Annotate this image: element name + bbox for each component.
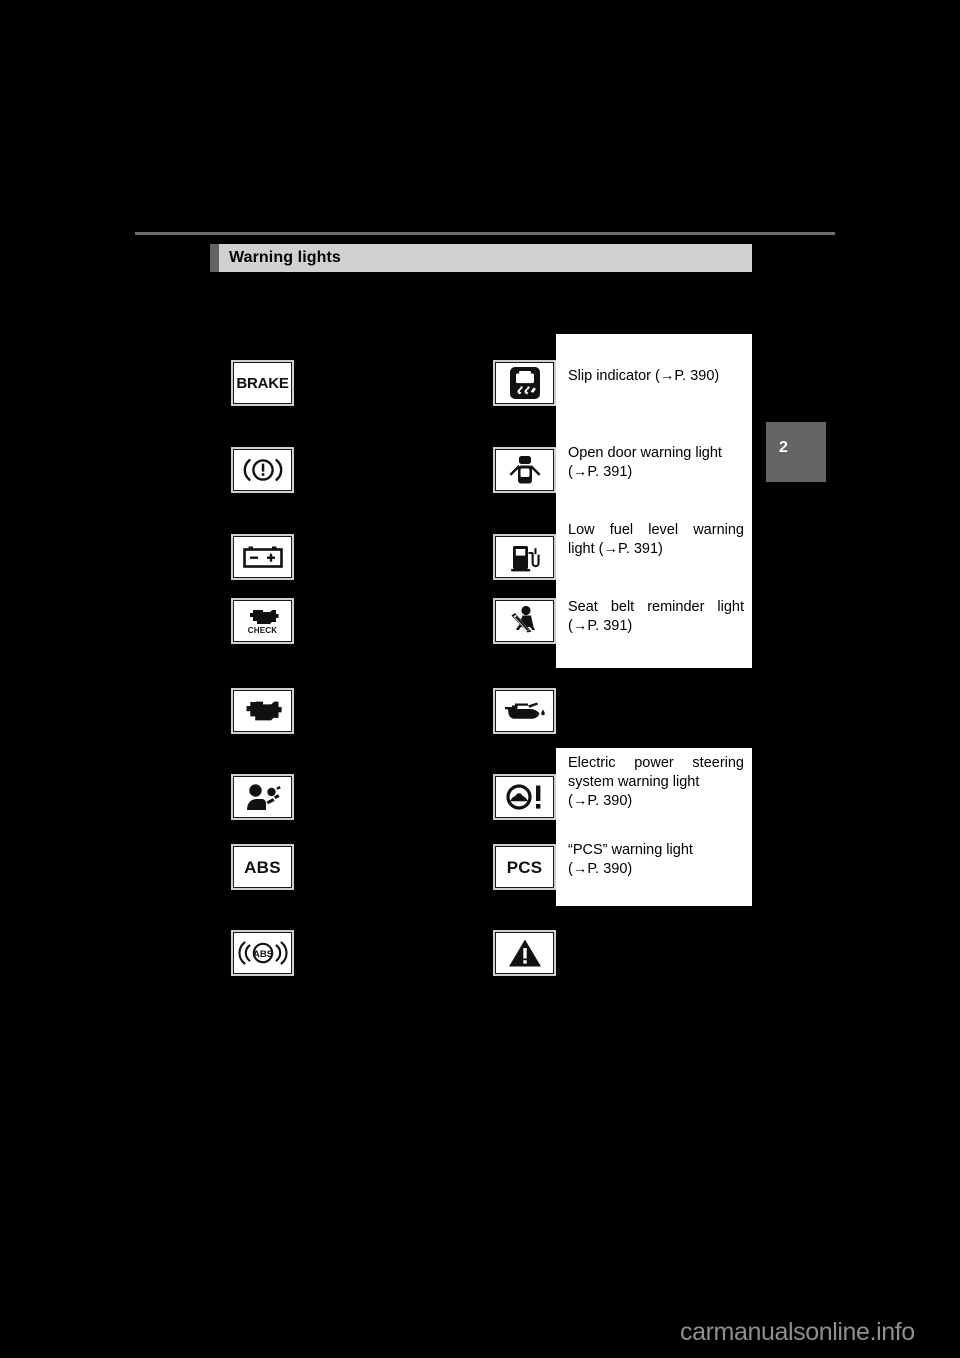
seat-belt-text-line2: (→P. 391) [568,618,633,634]
low-fuel-text-line2: light (→P. 391) [568,541,663,557]
srs-airbag-warning-icon [233,776,292,818]
slip-indicator-glyph [509,367,540,399]
pcs-warning-icon: PCS [495,846,554,888]
chapter-number: 2 [779,439,788,456]
engine-glyph [246,701,282,721]
airbag-glyph [246,784,281,810]
brake-system-warning-icon [233,449,292,491]
pcs-text-line2: (→P. 390) [568,861,633,877]
eps-text-line2: system warning light [568,774,700,790]
callout-panel-top: Slip indicator (→P. 390) Open door warni… [556,334,752,668]
master-warning-icon [495,932,554,974]
brake-assist-abs-label: ABS [252,949,272,960]
eps-text-line1: Electric power steering [568,755,744,771]
check-engine-warning-icon: CHECK [233,600,292,642]
seat-belt-reminder-icon [495,600,554,642]
check-engine-group: CHECK [246,608,280,635]
manual-page: Warning lights 2 BRAKE CHECK ABS ABS PCS… [0,0,960,1358]
seat-belt-text-line1: Seat belt reminder light [568,599,744,615]
abs-warning-icon: ABS [233,846,292,888]
brake-icon-label: BRAKE [236,374,289,392]
pcs-text-line1: “PCS” warning light [568,842,693,858]
steering-wheel-glyph [505,784,540,810]
low-fuel-level-warning-icon [495,536,554,578]
slip-indicator-text: Slip indicator (→P. 390) [568,368,720,384]
brake-system-glyph [243,459,282,481]
engine-block-glyph [249,609,278,624]
low-fuel-text-line1: Low fuel level warning [568,522,744,538]
callout-panel-bottom: Electric power steering system warning l… [556,748,752,906]
charging-system-warning-icon [233,536,292,578]
open-door-text-line2: (→P. 391) [568,464,633,480]
open-door-text-line1: Open door warning light [568,445,722,461]
malfunction-indicator-lamp-icon [233,690,292,732]
low-oil-pressure-warning-icon [495,690,554,732]
section-header-accent [210,244,219,272]
battery-glyph [242,546,283,568]
chapter-tab: 2 [766,422,826,482]
pcs-icon-label: PCS [506,857,543,877]
open-door-glyph [509,456,540,484]
section-header: Warning lights [210,244,752,272]
check-engine-label: CHECK [247,625,278,635]
brake-text-warning-icon: BRAKE [233,362,292,404]
seat-belt-glyph [511,605,535,633]
brake-assist-warning-icon: ABS [233,932,292,974]
slip-indicator-icon [495,362,554,404]
site-watermark: carmanualsonline.info [680,1318,915,1346]
brake-assist-glyph: ABS [237,941,288,965]
fuel-pump-glyph [510,546,540,572]
page-title: Warning lights [229,249,341,266]
header-rule [135,232,835,235]
open-door-warning-icon [495,449,554,491]
abs-icon-label: ABS [244,857,281,877]
warning-triangle-glyph [508,939,541,967]
electric-power-steering-warning-icon [495,776,554,818]
oil-can-glyph [504,702,545,719]
eps-text-line3: (→P. 390) [568,793,633,809]
